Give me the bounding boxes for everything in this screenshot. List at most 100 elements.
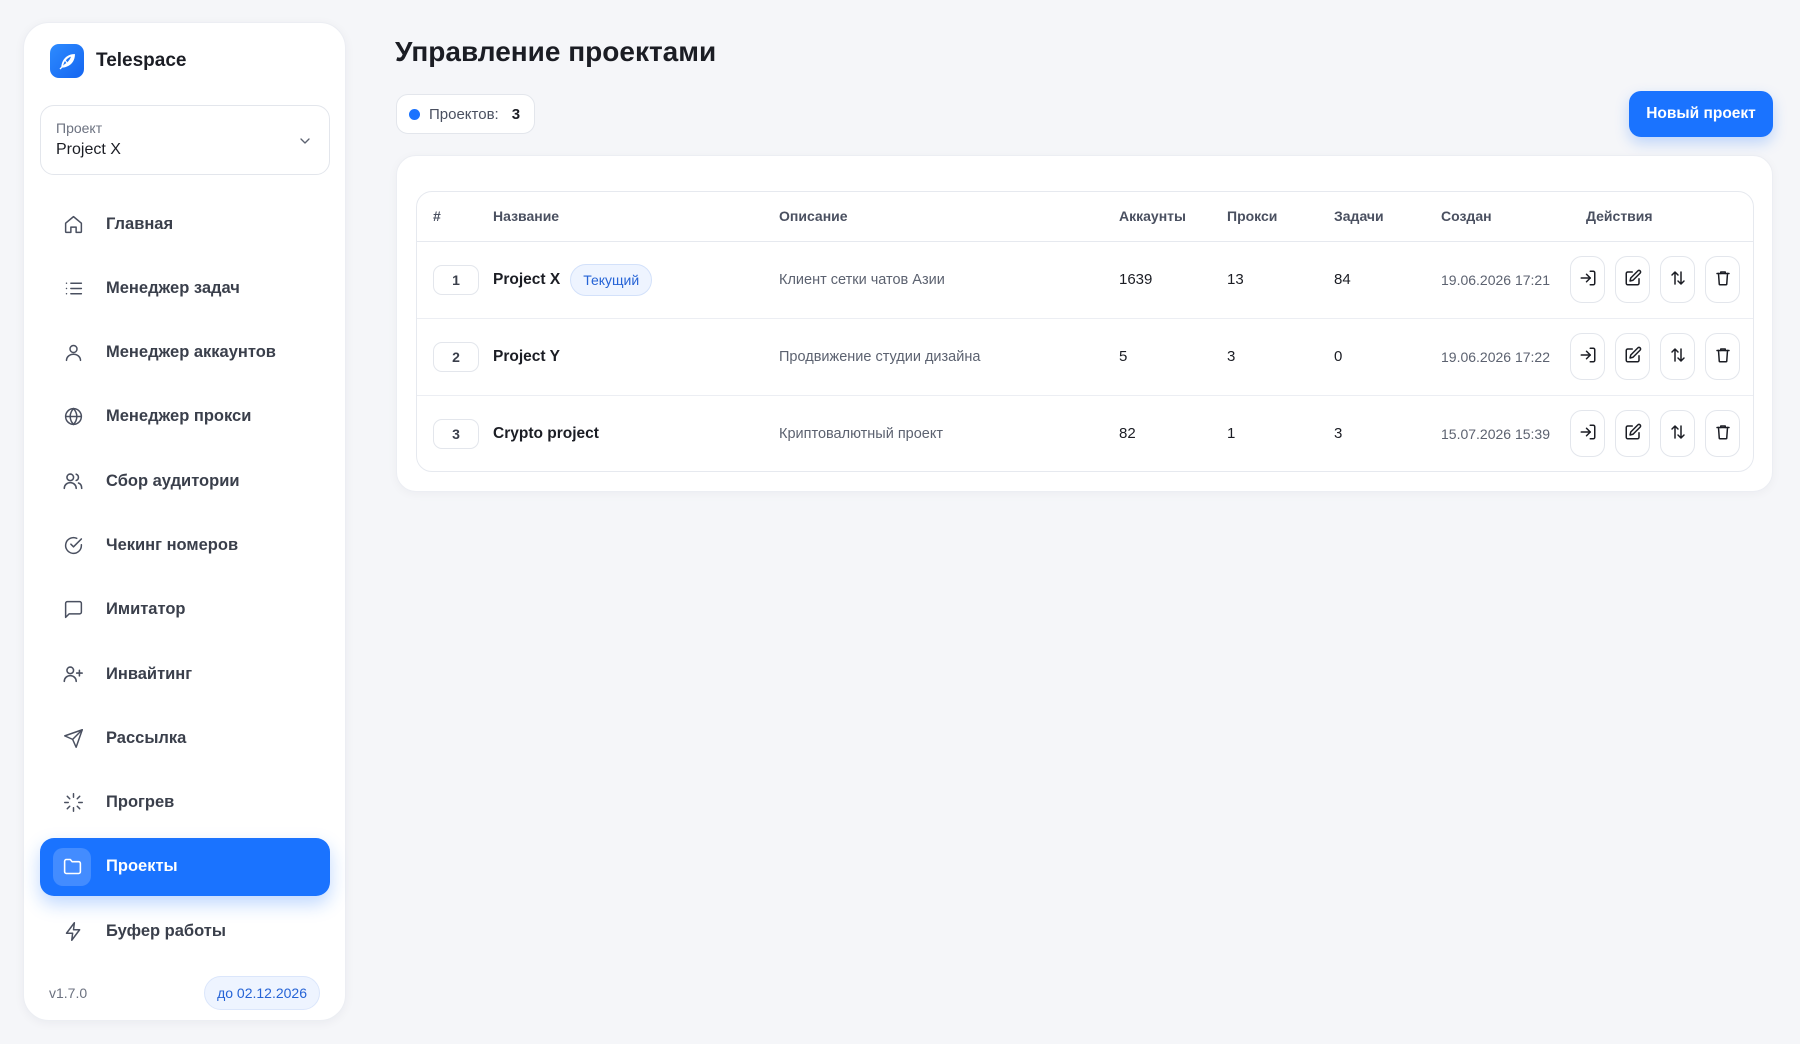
project-proxies: 3 [1227, 318, 1334, 396]
projects-table-wrap: # Название Описание Аккаунты Прокси Зада… [416, 191, 1754, 472]
col-header-tasks[interactable]: Задачи [1334, 192, 1441, 242]
col-header-index: # [417, 192, 493, 242]
row-actions [1570, 333, 1753, 380]
user-icon [59, 339, 87, 367]
sidebar-item-mailing[interactable]: Рассылка [40, 709, 330, 767]
delete-project-button[interactable] [1705, 410, 1740, 458]
sidebar-item-label: Главная [106, 214, 174, 233]
home-icon [59, 210, 87, 238]
page-title: Управление проектами [395, 36, 717, 67]
col-header-actions: Действия [1570, 192, 1753, 242]
sidebar-item-home[interactable]: Главная [40, 195, 330, 253]
globe-icon [59, 403, 87, 431]
sidebar-item-account-manager[interactable]: Менеджер аккаунтов [40, 324, 330, 382]
projects-table: # Название Описание Аккаунты Прокси Зада… [417, 192, 1753, 471]
sidebar-item-label: Чекинг номеров [106, 535, 239, 554]
row-actions [1570, 410, 1753, 458]
transfer-project-button[interactable] [1660, 256, 1695, 303]
sidebar-item-proxy-manager[interactable]: Менеджер прокси [40, 388, 330, 446]
project-name: Project X [493, 270, 561, 288]
col-header-proxies[interactable]: Прокси [1227, 192, 1334, 242]
project-tasks: 3 [1334, 425, 1343, 443]
project-name: Project Y [493, 347, 560, 365]
project-created: 19.06.2026 17:21 [1441, 241, 1570, 319]
sidebar-footer: v1.7.0 до 02.12.2026 [49, 976, 320, 1010]
project-created: 19.06.2026 17:22 [1441, 318, 1570, 396]
transfer-project-button[interactable] [1660, 333, 1695, 380]
open-project-button[interactable] [1570, 333, 1605, 380]
sidebar-item-label: Сбор аудитории [106, 471, 240, 490]
sidebar: Telespace Проект Project X Главная Менед… [23, 22, 346, 1021]
project-select[interactable]: Проект Project X [40, 105, 330, 175]
user-plus-icon [59, 660, 87, 688]
zap-icon [59, 917, 87, 945]
edit-project-button[interactable] [1615, 410, 1650, 458]
feather-icon [50, 44, 84, 78]
col-header-created[interactable]: Создан [1441, 192, 1570, 242]
new-project-button[interactable]: Новый проект [1629, 91, 1773, 137]
check-circle-icon [59, 531, 87, 559]
list-icon [59, 274, 87, 302]
sidebar-item-inviting[interactable]: Инвайтинг [40, 645, 330, 703]
send-icon [59, 724, 87, 752]
sidebar-item-label: Менеджер аккаунтов [106, 343, 276, 362]
table-row[interactable]: 1 Project X Текущий Клиент сетки чатов А… [417, 241, 1753, 319]
sidebar-item-imitator[interactable]: Имитатор [40, 581, 330, 639]
license-badge: до 02.12.2026 [204, 976, 320, 1010]
project-tasks: 0 [1334, 318, 1441, 396]
project-proxies: 13 [1227, 241, 1334, 319]
chevron-down-icon [297, 133, 313, 154]
edit-icon [1624, 346, 1642, 367]
transfer-project-button[interactable] [1660, 410, 1695, 458]
edit-project-button[interactable] [1615, 333, 1650, 380]
users-icon [59, 467, 87, 495]
trash-icon [1714, 269, 1732, 290]
open-project-button[interactable] [1570, 410, 1605, 458]
table-header-row: # Название Описание Аккаунты Прокси Зада… [417, 192, 1753, 242]
sidebar-item-task-manager[interactable]: Менеджер задач [40, 259, 330, 317]
sidebar-item-audience[interactable]: Сбор аудитории [40, 452, 330, 510]
edit-project-button[interactable] [1615, 256, 1650, 303]
sidebar-item-warmup[interactable]: Прогрев [40, 774, 330, 832]
col-header-description: Описание [779, 192, 1119, 242]
enter-icon [1579, 346, 1597, 367]
swap-icon [1669, 346, 1687, 367]
project-created: 15.07.2026 15:39 [1441, 425, 1550, 442]
sidebar-item-projects[interactable]: Проекты [40, 837, 330, 896]
sidebar-item-label: Буфер работы [106, 921, 226, 940]
table-row[interactable]: 3 Crypto project Криптовалютный проект 8… [417, 395, 1753, 471]
project-name: Crypto project [493, 424, 599, 442]
open-project-button[interactable] [1570, 256, 1605, 303]
project-tasks: 84 [1334, 241, 1441, 319]
projects-card: # Название Описание Аккаунты Прокси Зада… [396, 155, 1773, 492]
delete-project-button[interactable] [1705, 333, 1740, 380]
col-header-accounts[interactable]: Аккаунты [1119, 192, 1227, 242]
sidebar-item-label: Проекты [106, 857, 178, 876]
project-accounts: 5 [1119, 318, 1227, 396]
brand-name: Telespace [96, 50, 187, 71]
row-index: 1 [433, 264, 479, 295]
enter-icon [1579, 423, 1597, 444]
project-description: Клиент сетки чатов Азии [779, 241, 1119, 319]
folder-icon [53, 847, 91, 886]
loader-icon [59, 789, 87, 817]
project-proxies: 1 [1227, 425, 1236, 443]
delete-project-button[interactable] [1705, 256, 1740, 303]
row-index: 3 [433, 418, 479, 449]
project-count-chip: Проектов: 3 [396, 94, 536, 134]
project-accounts: 1639 [1119, 241, 1227, 319]
project-description: Продвижение студии дизайна [779, 318, 1119, 396]
table-row[interactable]: 2 Project Y Продвижение студии дизайна 5… [417, 318, 1753, 396]
project-accounts: 82 [1119, 425, 1136, 443]
brand[interactable]: Telespace [50, 44, 186, 78]
row-actions [1570, 256, 1753, 303]
row-index: 2 [433, 341, 479, 372]
sidebar-item-work-buffer[interactable]: Буфер работы [40, 902, 330, 960]
sidebar-item-number-check[interactable]: Чекинг номеров [40, 516, 330, 574]
app-version: v1.7.0 [49, 985, 88, 1001]
swap-icon [1669, 269, 1687, 290]
col-header-name[interactable]: Название [493, 192, 779, 242]
sidebar-item-label: Имитатор [106, 600, 186, 619]
message-square-icon [59, 596, 87, 624]
project-count-value: 3 [511, 105, 521, 123]
